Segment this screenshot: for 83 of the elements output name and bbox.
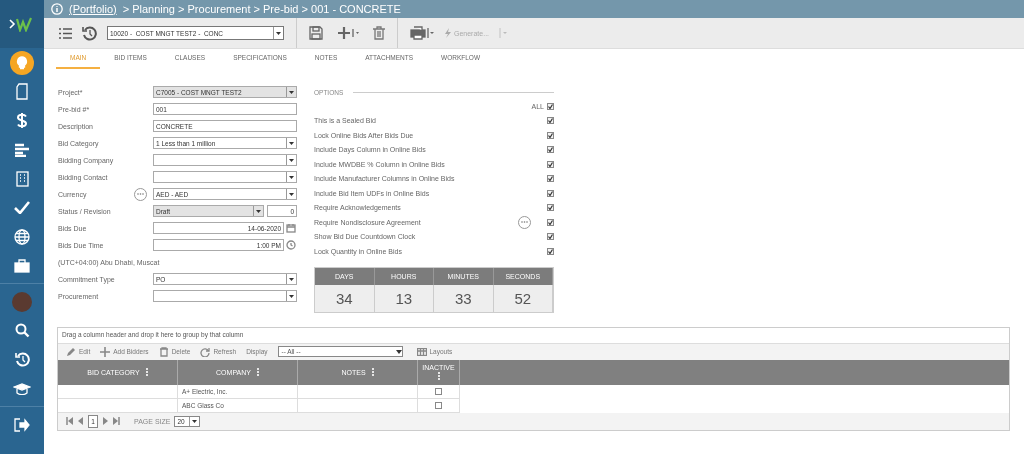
checkbox[interactable] <box>547 233 554 241</box>
lightning-icon <box>444 28 451 38</box>
checkmark-icon <box>548 176 553 182</box>
last-page[interactable] <box>113 417 120 425</box>
logout-icon[interactable] <box>14 417 30 432</box>
checkmark-icon <box>548 118 553 124</box>
checkmark-icon <box>548 161 553 167</box>
graduation-cap-icon[interactable] <box>13 382 31 395</box>
caret-icon <box>289 277 294 281</box>
caret-icon <box>289 294 294 298</box>
caret-icon <box>289 192 294 196</box>
add-icon[interactable] <box>337 26 359 40</box>
checkmark-icon <box>548 190 553 196</box>
first-page-icon <box>66 417 73 425</box>
countdown-value: 34 <box>315 284 375 312</box>
checkbox[interactable] <box>547 146 554 154</box>
globe-icon[interactable] <box>14 228 30 245</box>
caret-icon <box>289 90 294 94</box>
checkbox[interactable] <box>547 204 554 212</box>
trash-icon <box>158 346 169 357</box>
column-menu-icon <box>371 368 374 376</box>
column-menu-icon <box>437 372 440 380</box>
refresh-icon <box>200 346 211 357</box>
checkmark-icon <box>548 147 553 153</box>
checkbox[interactable] <box>547 131 554 139</box>
previous-page[interactable] <box>77 417 84 425</box>
checkbox[interactable] <box>547 117 554 125</box>
more-button[interactable] <box>518 215 531 229</box>
search-icon[interactable] <box>14 323 30 338</box>
previous-page-icon <box>77 417 84 425</box>
ellipsis-icon <box>521 221 528 224</box>
briefcase-icon[interactable] <box>14 258 30 273</box>
last-page-icon <box>113 417 120 425</box>
countdown-value: 33 <box>434 284 494 312</box>
caret-icon <box>192 419 198 423</box>
caret-icon <box>289 158 294 162</box>
checkbox[interactable] <box>435 401 442 409</box>
checkmark-icon <box>548 219 553 225</box>
caret-icon <box>395 349 402 354</box>
more-button[interactable] <box>134 187 147 201</box>
breadcrumb-path: > Planning > Procurement > Pre-bid > 001 - CONCRETE <box>122 3 401 15</box>
lightbulb-icon[interactable] <box>10 50 34 75</box>
column-menu-icon <box>256 368 259 376</box>
dropdown-field[interactable] <box>153 171 297 183</box>
checkmark-icon <box>548 103 553 109</box>
caret-icon <box>289 141 294 145</box>
list-icon[interactable] <box>58 26 72 40</box>
app-logo[interactable] <box>0 0 44 48</box>
checkbox[interactable] <box>435 387 442 395</box>
info-icon[interactable] <box>51 3 63 15</box>
document-icon[interactable] <box>15 83 29 100</box>
checkbox[interactable] <box>547 189 554 197</box>
checkmark-icon <box>548 132 553 138</box>
checkmark-icon <box>548 234 553 240</box>
calendar-icon[interactable] <box>286 223 296 233</box>
caret-icon <box>256 209 261 213</box>
grid-icon <box>416 347 427 356</box>
checkbox[interactable] <box>547 247 554 255</box>
print-icon[interactable] <box>410 26 434 40</box>
caret-icon <box>276 31 281 35</box>
delete-icon[interactable] <box>373 26 385 40</box>
caret-icon <box>289 175 294 179</box>
plus-icon <box>100 346 111 357</box>
bar-chart-icon[interactable] <box>14 142 30 157</box>
checkbox[interactable] <box>547 102 554 110</box>
next-page[interactable] <box>102 417 109 425</box>
history-icon[interactable] <box>82 25 97 41</box>
dropdown-field[interactable] <box>153 154 297 166</box>
next-page-icon <box>102 417 109 425</box>
pencil-icon <box>66 346 76 357</box>
checkmark-icon <box>548 248 553 254</box>
checkbox[interactable] <box>547 218 554 226</box>
checkbox[interactable] <box>547 160 554 168</box>
dropdown-field[interactable] <box>153 290 297 302</box>
checkbox[interactable] <box>547 175 554 183</box>
building-icon[interactable] <box>15 170 29 187</box>
save-icon[interactable] <box>309 26 323 40</box>
clock-icon[interactable] <box>286 240 296 250</box>
checkmark-icon <box>548 205 553 211</box>
first-page[interactable] <box>66 417 73 425</box>
check-icon[interactable] <box>14 201 30 214</box>
column-menu-icon <box>145 368 148 376</box>
dollar-icon[interactable] <box>16 112 28 129</box>
